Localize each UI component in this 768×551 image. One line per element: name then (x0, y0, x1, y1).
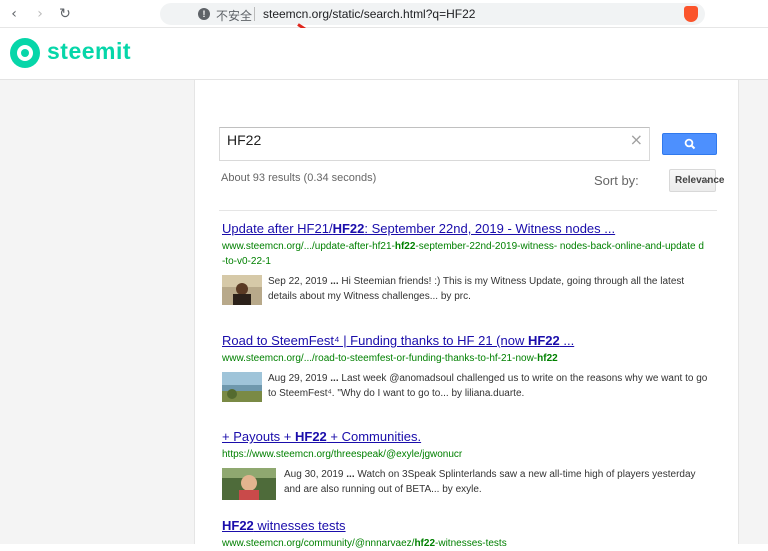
result-thumbnail (222, 468, 276, 500)
result-title-link[interactable]: + Payouts + HF22 + Communities. (222, 429, 712, 445)
search-results-panel: HF22 × About 93 results (0.34 seconds) S… (194, 80, 739, 549)
result-stats: About 93 results (0.34 seconds) (221, 172, 377, 184)
clear-icon[interactable]: × (630, 130, 643, 149)
result-thumbnail (222, 372, 262, 402)
result-title-link[interactable]: HF22 witnesses tests (222, 518, 712, 534)
forward-icon[interactable]: › (30, 4, 50, 24)
url-separator (254, 7, 255, 21)
sort-by-label: Sort by: (594, 173, 639, 188)
site-header: steemit (0, 28, 768, 80)
result-item: Road to SteemFest⁴ | Funding thanks to H… (222, 333, 712, 405)
result-snippet: Sep 22, 2019 ... Hi Steemian friends! :)… (268, 276, 685, 302)
search-icon (684, 138, 696, 150)
not-secure-icon[interactable]: ! (198, 8, 210, 20)
search-query[interactable]: HF22 (227, 132, 261, 148)
result-item: Update after HF21/HF22: September 22nd, … (222, 221, 712, 308)
result-title-link[interactable]: Update after HF21/HF22: September 22nd, … (222, 221, 712, 237)
search-input[interactable]: HF22 × (219, 127, 650, 161)
reload-icon[interactable]: ↻ (55, 4, 75, 24)
result-url: www.steemcn.org/.../update-after-hf21-hf… (222, 241, 704, 267)
browser-toolbar: ‹ › ↻ ❐ ! 不安全 steemcn.org/static/search.… (0, 0, 768, 28)
result-item: HF22 witnesses tests www.steemcn.org/com… (222, 518, 712, 551)
result-snippet: Aug 30, 2019 ... Watch on 3Speak Splinte… (284, 469, 696, 495)
brave-shield-icon[interactable] (684, 6, 698, 22)
sort-select[interactable]: Relevance (669, 169, 724, 192)
result-url: https://www.steemcn.org/threespeak/@exyl… (222, 449, 463, 460)
steemit-logo-icon[interactable] (10, 38, 40, 68)
result-url: www.steemcn.org/.../road-to-steemfest-or… (222, 353, 558, 364)
result-title-link[interactable]: Road to SteemFest⁴ | Funding thanks to H… (222, 333, 712, 349)
url-text[interactable]: steemcn.org/static/search.html?q=HF22 (263, 7, 475, 21)
back-icon[interactable]: ‹ (4, 4, 24, 24)
result-thumbnail (222, 275, 262, 305)
result-snippet: Aug 29, 2019 ... Last week @anomadsoul c… (268, 373, 708, 399)
address-bar[interactable]: ! 不安全 steemcn.org/static/search.html?q=H… (160, 3, 705, 25)
sort-selected-value: Relevance (675, 175, 725, 186)
site-logo-text[interactable]: steemit (47, 38, 131, 65)
search-button[interactable] (662, 133, 717, 155)
result-item: + Payouts + HF22 + Communities. https://… (222, 429, 712, 501)
not-secure-label[interactable]: 不安全 (216, 7, 252, 24)
chevron-down-icon (703, 180, 709, 183)
results-divider (219, 210, 717, 211)
